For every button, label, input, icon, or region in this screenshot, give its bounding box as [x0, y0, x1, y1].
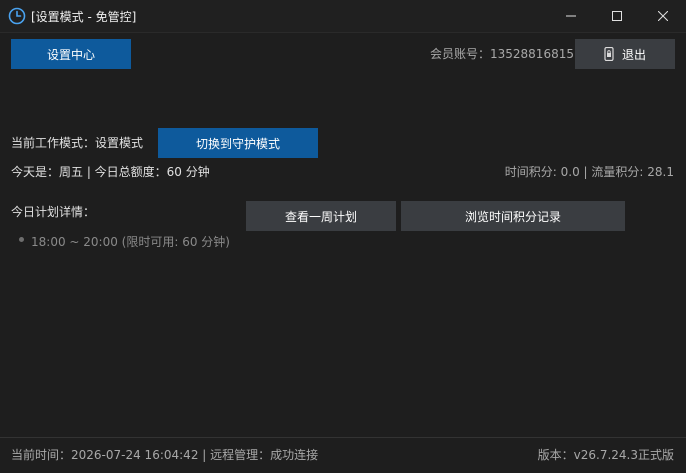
status-bar-text: 当前时间：2026-07-24 16:04:42 | 远程管理：成功连接 [11, 448, 319, 462]
maximize-icon [612, 11, 622, 21]
today-summary: 今天是：周五 | 今日总额度：60 分钟 [11, 165, 210, 179]
points-summary: 时间积分: 0.0 | 流量积分: 28.1 [504, 165, 674, 179]
minimize-button[interactable] [548, 0, 594, 32]
window-title: [设置模式 - 免管控] [31, 10, 137, 24]
phone-lock-icon [604, 47, 614, 61]
plan-item-bullet [19, 237, 24, 242]
footer-divider [0, 437, 686, 438]
logout-button[interactable]: 退出 [575, 39, 675, 69]
account-label: 会员账号：13528816815 [430, 47, 574, 61]
close-button[interactable] [640, 0, 686, 32]
browse-points-history-label: 浏览时间积分记录 [464, 209, 561, 224]
logout-label: 退出 [621, 47, 646, 62]
browse-points-history-button[interactable]: 浏览时间积分记录 [401, 201, 625, 231]
title-bar: [设置模式 - 免管控] [0, 0, 686, 33]
current-mode-label: 当前工作模式：设置模式 [11, 136, 144, 150]
view-week-plan-button[interactable]: 查看一周计划 [246, 201, 396, 231]
settings-center-label: 设置中心 [46, 47, 95, 62]
plan-item: 18:00 ~ 20:00 (限时可用: 60 分钟) [31, 235, 230, 249]
view-week-plan-label: 查看一周计划 [284, 209, 357, 224]
settings-center-button[interactable]: 设置中心 [11, 39, 131, 69]
minimize-icon [566, 15, 576, 17]
version-label: 版本：v26.7.24.3正式版 [537, 448, 674, 462]
maximize-button[interactable] [594, 0, 640, 32]
close-icon [658, 11, 668, 21]
switch-guard-mode-label: 切换到守护模式 [195, 136, 280, 151]
clock-icon [8, 7, 26, 25]
switch-guard-mode-button[interactable]: 切换到守护模式 [158, 128, 318, 158]
plan-details-label: 今日计划详情： [11, 205, 96, 219]
